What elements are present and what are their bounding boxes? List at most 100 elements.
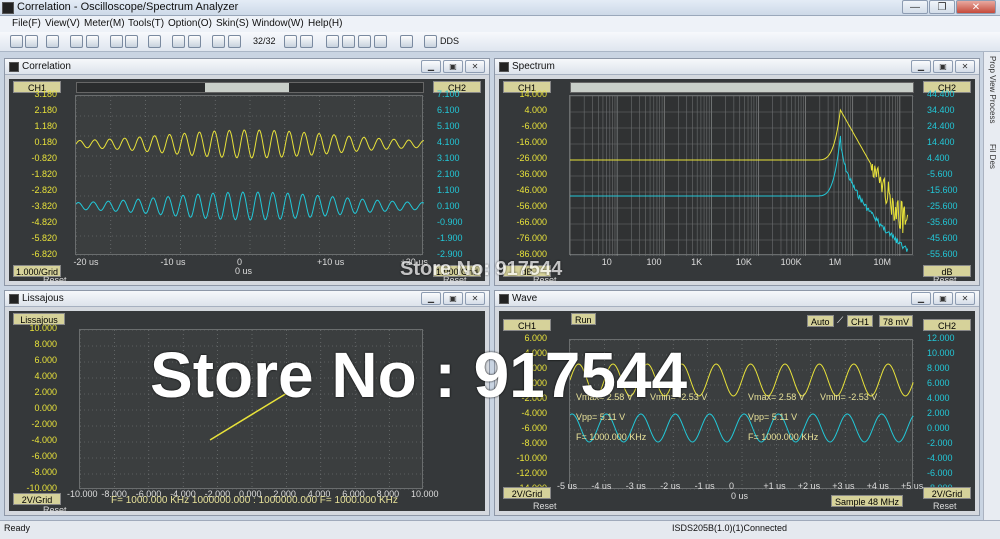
scroll-bar[interactable] <box>570 82 914 93</box>
x-tick: 10.000 <box>411 489 439 499</box>
prev-frame-icon[interactable] <box>228 35 241 48</box>
side-tab-filter[interactable]: Fil Des <box>988 144 997 169</box>
y-tick: 3.180 <box>34 89 57 99</box>
menu-tools[interactable]: Tools(T) <box>128 18 164 29</box>
y-tick: 34.400 <box>927 105 955 115</box>
vpp-right: Vpp= 5.11 V <box>748 412 798 422</box>
y-tick: 7.100 <box>437 89 460 99</box>
export-icon[interactable] <box>86 35 99 48</box>
maximize-button[interactable]: ❐ <box>929 0 955 14</box>
dds-icon[interactable] <box>424 35 437 48</box>
y-tick: 12.000 <box>927 333 955 343</box>
open-icon[interactable] <box>10 35 23 48</box>
panel-close-button[interactable]: ✕ <box>465 292 485 305</box>
menu-window[interactable]: Window(W) <box>252 18 304 29</box>
help-icon[interactable] <box>46 35 59 48</box>
reset-label[interactable]: Reset <box>43 505 67 515</box>
menu-file[interactable]: File(F) <box>12 18 41 29</box>
cascade-icon[interactable] <box>342 35 355 48</box>
y-tick: -2.000 <box>31 419 57 429</box>
capture-icon[interactable] <box>70 35 83 48</box>
minimize-button[interactable]: — <box>902 0 928 14</box>
menu-option[interactable]: Option(O) <box>168 18 212 29</box>
scale-left[interactable]: 2V/Grid <box>503 487 551 499</box>
stop-icon[interactable] <box>188 35 201 48</box>
trigger-edge-icon[interactable]: ⟋ <box>837 315 843 326</box>
panel-minimize-button[interactable]: ▁ <box>421 60 441 73</box>
panel-minimize-button[interactable]: ▁ <box>421 292 441 305</box>
watermark-large: Store No : 917544 <box>150 339 688 411</box>
panel-restore-button[interactable]: ▣ <box>443 292 463 305</box>
scale-label[interactable]: 2V/Grid <box>13 493 61 505</box>
scroll-thumb[interactable] <box>205 83 289 92</box>
close-button[interactable]: ✕ <box>956 0 996 14</box>
rows-icon[interactable] <box>374 35 387 48</box>
ch2-label[interactable]: CH2 <box>923 319 971 331</box>
center-label: 0 us <box>731 491 749 501</box>
panel-minimize-button[interactable]: ▁ <box>911 60 931 73</box>
y-tick: -12.000 <box>516 468 547 478</box>
lissajous-footer: F= 1000.000 KHz 1000000.000 : 1000000.00… <box>111 495 398 506</box>
reset-left[interactable]: Reset <box>43 275 67 285</box>
filter-icon[interactable] <box>400 35 413 48</box>
panel-restore-button[interactable]: ▣ <box>443 60 463 73</box>
y-tick: 24.400 <box>927 121 955 131</box>
ch1-label[interactable]: CH1 <box>503 319 551 331</box>
menu-skin[interactable]: Skin(S) <box>216 18 249 29</box>
correlation-panel: Correlation ▁ ▣ ✕ CH1 CH2 3.180 2.180 1.180 0… <box>4 58 490 286</box>
run-button[interactable]: Run <box>571 313 596 325</box>
panel-close-button[interactable]: ✕ <box>955 292 975 305</box>
x-tick: 10 <box>601 257 612 267</box>
y-tick: -1.900 <box>437 233 463 243</box>
zoom-out-icon[interactable] <box>125 35 138 48</box>
x-tick: -5 us <box>557 481 578 491</box>
panel-restore-button[interactable]: ▣ <box>933 60 953 73</box>
y-tick: -3.820 <box>31 201 57 211</box>
last-frame-icon[interactable] <box>300 35 313 48</box>
reset-left[interactable]: Reset <box>533 501 557 511</box>
menu-view[interactable]: View(V) <box>45 18 80 29</box>
y-tick: 10.000 <box>927 348 955 358</box>
spectrum-plot[interactable] <box>569 82 914 256</box>
reset-right[interactable]: Reset <box>933 275 957 285</box>
pause-icon[interactable] <box>172 35 185 48</box>
panel-close-button[interactable]: ✕ <box>955 60 975 73</box>
y-tick: -8.000 <box>31 467 57 477</box>
auto-button[interactable]: Auto <box>807 315 834 327</box>
y-tick: 8.000 <box>927 363 950 373</box>
cursor-icon[interactable] <box>148 35 161 48</box>
x-tick: -3 us <box>625 481 646 491</box>
spectrum-title: Spectrum <box>512 61 555 72</box>
x-tick: +4 us <box>866 481 889 491</box>
tile-icon[interactable] <box>326 35 339 48</box>
next-frame-icon[interactable] <box>284 35 297 48</box>
reset-right[interactable]: Reset <box>933 501 957 511</box>
ch2-spectrum <box>570 135 909 252</box>
save-icon[interactable] <box>25 35 38 48</box>
sample-rate[interactable]: Sample 48 MHz <box>831 495 904 507</box>
columns-icon[interactable] <box>358 35 371 48</box>
side-tab-process[interactable]: Prop View Process <box>988 56 997 123</box>
first-frame-icon[interactable] <box>212 35 225 48</box>
vmin-right: Vmin= -2.53 V <box>820 392 878 402</box>
panel-close-button[interactable]: ✕ <box>465 60 485 73</box>
page-counter: 32/32 <box>253 36 276 46</box>
y-tick: -6.820 <box>31 249 57 259</box>
side-panel-tabs: Prop View Process Fil Des <box>983 52 1000 520</box>
scale-right[interactable]: 2V/Grid <box>923 487 971 499</box>
wave-title: Wave <box>512 293 538 304</box>
app-icon <box>2 2 14 14</box>
panel-restore-button[interactable]: ▣ <box>933 292 953 305</box>
y-tick: 14.400 <box>927 137 955 147</box>
y-tick: 10.000 <box>29 323 57 333</box>
panel-minimize-button[interactable]: ▁ <box>911 292 931 305</box>
status-connection: ISDS205B(1.0)(1)Connected <box>672 523 788 533</box>
scroll-track[interactable] <box>76 82 424 93</box>
y-tick: 0.180 <box>34 137 57 147</box>
menu-help[interactable]: Help(H) <box>308 18 342 29</box>
zoom-in-icon[interactable] <box>110 35 123 48</box>
menu-meter[interactable]: Meter(M) <box>84 18 125 29</box>
trigger-level[interactable]: 78 mV <box>879 315 914 327</box>
trigger-channel[interactable]: CH1 <box>847 315 874 327</box>
correlation-plot[interactable] <box>75 82 424 256</box>
